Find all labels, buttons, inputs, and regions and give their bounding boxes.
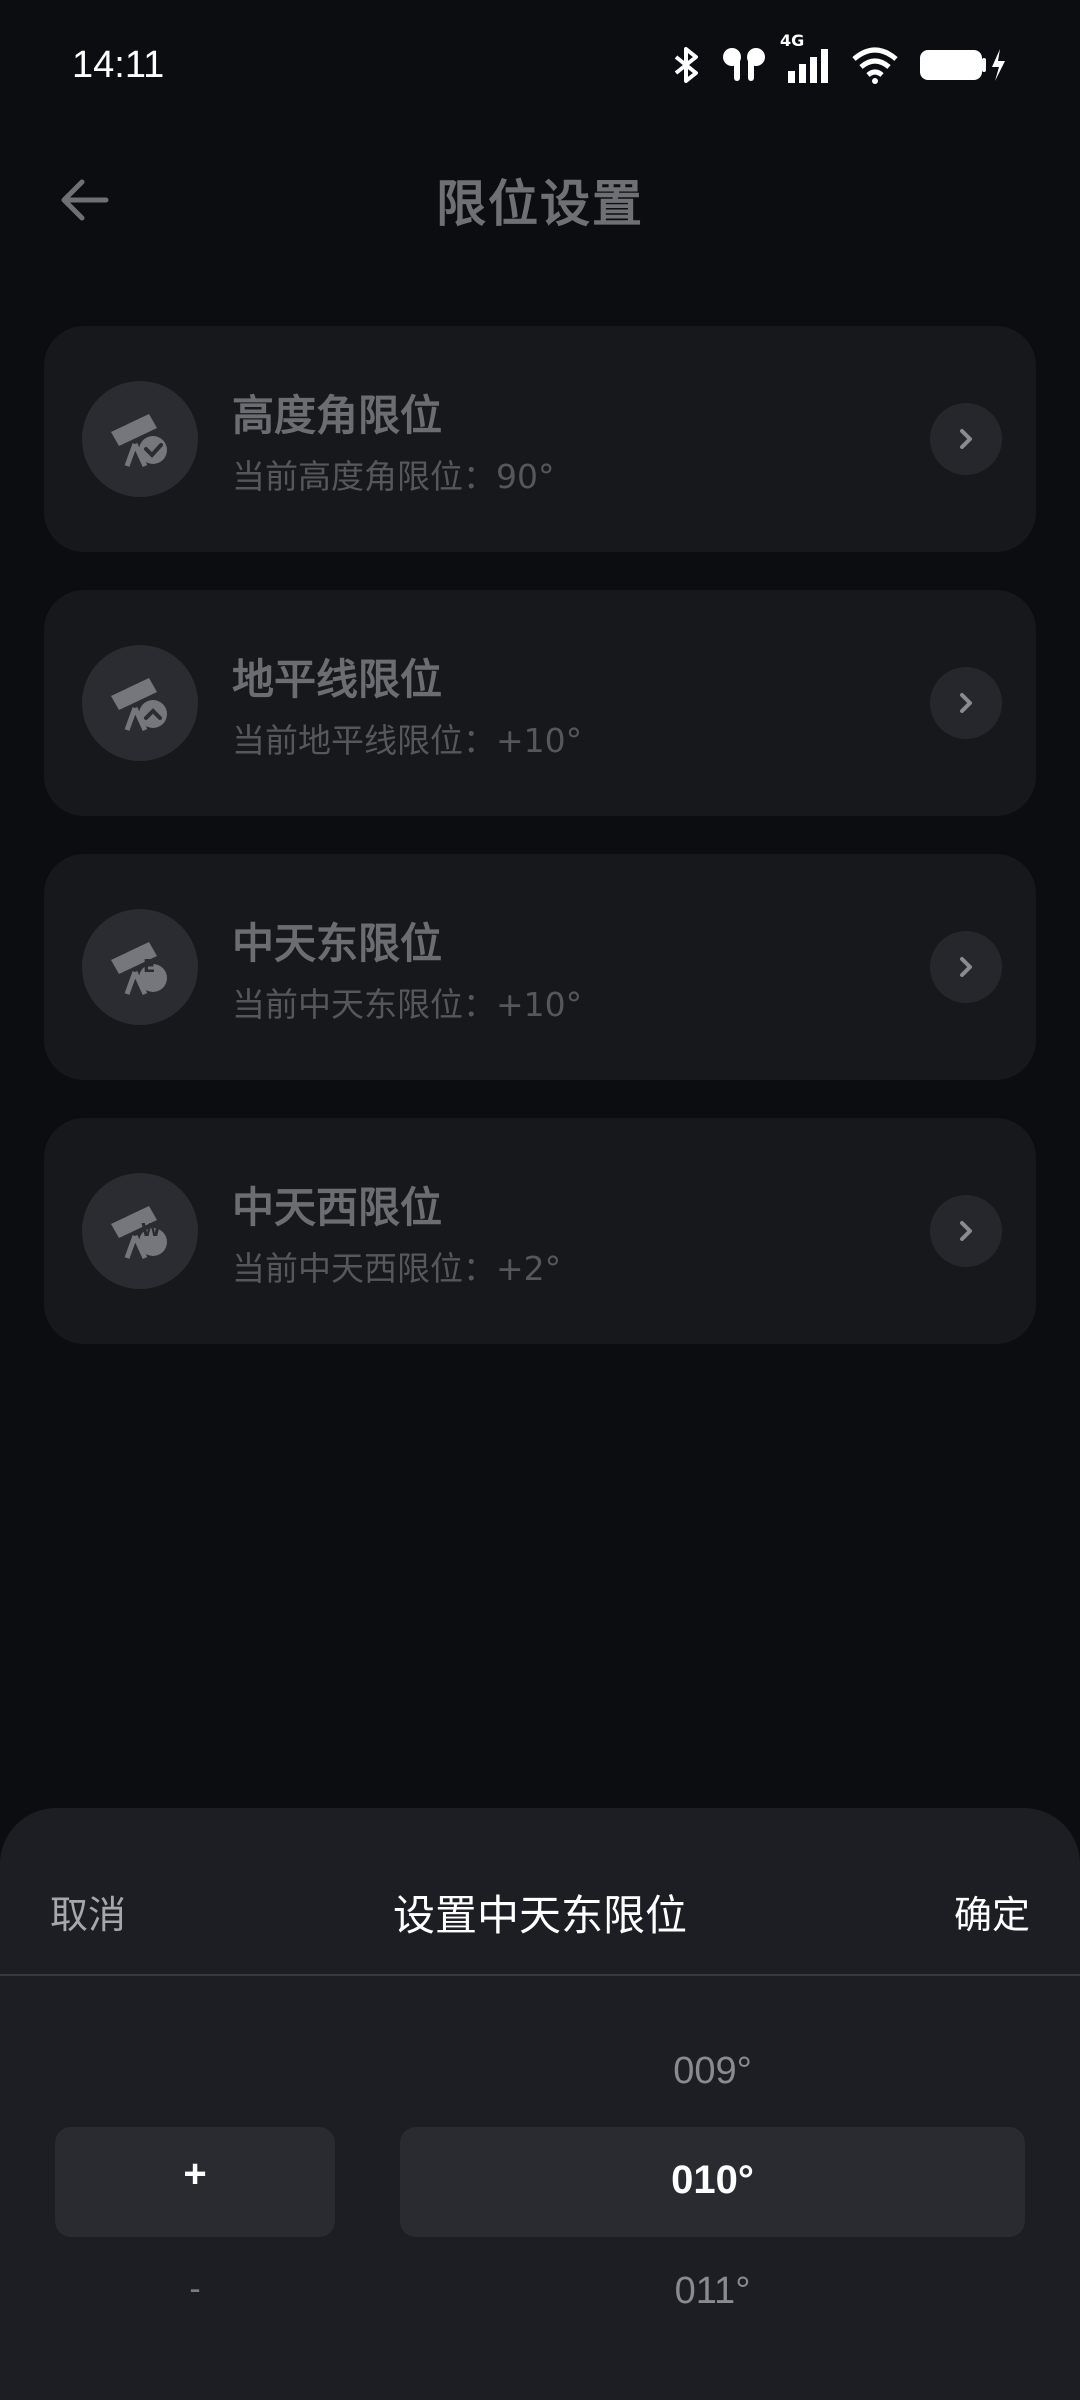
card-title: 高度角限位 (232, 391, 443, 440)
chevron-right-icon[interactable] (930, 1195, 1002, 1267)
sign-option[interactable]: - (55, 2270, 335, 2309)
card-title: 地平线限位 (232, 655, 443, 704)
card-title: 中天东限位 (232, 919, 443, 968)
chevron-right-icon[interactable] (930, 931, 1002, 1003)
network-label: 4G (780, 31, 805, 50)
card-subtitle: 当前地平线限位：+10° (232, 721, 583, 760)
signal-4g-icon: 4G (780, 31, 832, 85)
telescope-e-icon: E (82, 909, 198, 1025)
confirm-button[interactable]: 确定 (954, 1884, 1030, 1939)
card-subtitle: 当前中天东限位：+10° (232, 985, 583, 1024)
badge-w: W (141, 1220, 161, 1241)
value-option-selected[interactable]: 010° (400, 2158, 1025, 2203)
status-time: 14:11 (72, 43, 165, 86)
status-icons: 4G (672, 31, 1008, 85)
battery-charging-icon (918, 45, 1008, 85)
meridian-west-limit-card[interactable]: W 中天西限位 当前中天西限位：+2° (44, 1118, 1036, 1344)
wifi-icon (850, 45, 900, 85)
status-bar: 14:11 4G (0, 0, 1080, 130)
horizon-limit-card[interactable]: 地平线限位 当前地平线限位：+10° (44, 590, 1036, 816)
earbuds-icon (720, 45, 768, 85)
telescope-check-icon (82, 381, 198, 497)
bluetooth-icon (672, 45, 702, 85)
card-subtitle: 当前中天西限位：+2° (232, 1249, 562, 1288)
card-title: 中天西限位 (232, 1183, 443, 1232)
sheet-title: 设置中天东限位 (392, 1891, 687, 1940)
arrow-left-icon (61, 179, 109, 221)
value-option[interactable]: 011° (400, 2270, 1025, 2313)
back-button[interactable] (44, 160, 124, 240)
sign-option-selected[interactable]: + (55, 2152, 335, 2197)
meridian-east-limit-card[interactable]: E 中天东限位 当前中天东限位：+10° (44, 854, 1036, 1080)
card-subtitle: 当前高度角限位：90° (232, 457, 555, 496)
page-title: 限位设置 (436, 175, 644, 233)
chevron-right-icon[interactable] (930, 403, 1002, 475)
telescope-w-icon: W (82, 1173, 198, 1289)
app-header: 限位设置 (0, 140, 1080, 260)
sheet-header: 取消 设置中天东限位 确定 (0, 1808, 1080, 1976)
value-option[interactable]: 009° (400, 2050, 1025, 2093)
altitude-limit-card[interactable]: 高度角限位 当前高度角限位：90° (44, 326, 1036, 552)
badge-e: E (143, 956, 156, 977)
chevron-right-icon[interactable] (930, 667, 1002, 739)
telescope-up-icon (82, 645, 198, 761)
